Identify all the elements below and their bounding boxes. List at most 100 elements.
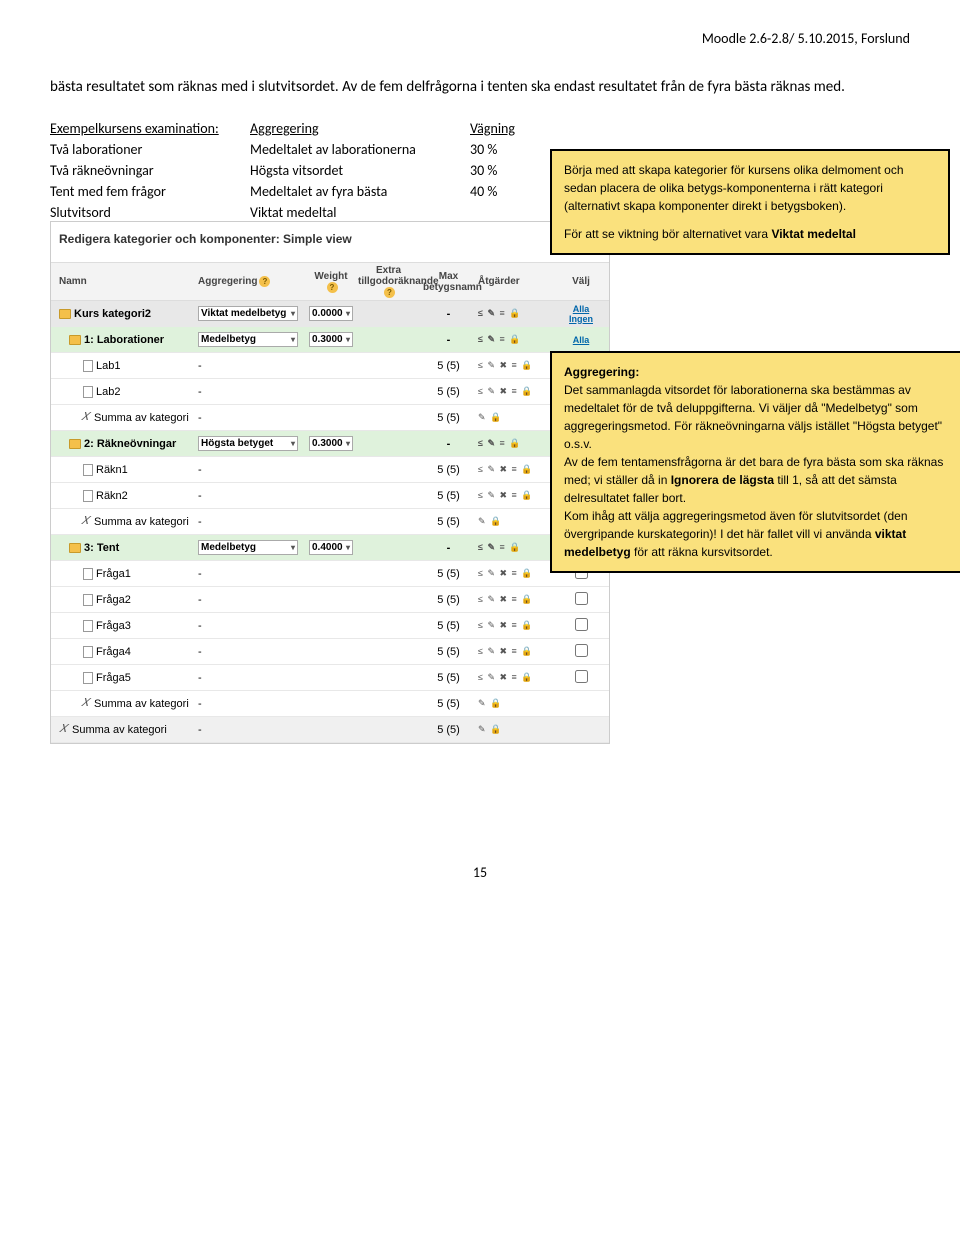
row-max-cell: -: [421, 332, 476, 348]
row-name-text: Fråga4: [96, 646, 131, 658]
row-actions-cell[interactable]: ≤ ✎ ✖ ≡ 🔒: [476, 462, 561, 477]
item-icon: [83, 568, 93, 580]
col-actions-header: Åtgärder: [476, 270, 561, 293]
row-max-cell: -: [421, 540, 476, 556]
row-actions-cell[interactable]: ≤ ✎ ≡ 🔒: [476, 332, 561, 347]
row-name-text: Lab2: [96, 386, 120, 398]
sigma-icon: 𝛸: [59, 724, 69, 735]
row-select-checkbox[interactable]: [575, 670, 588, 683]
row-agg-cell: -: [196, 670, 306, 686]
row-actions-cell[interactable]: ≤ ✎ ✖ ≡ 🔒: [476, 384, 561, 399]
row-name-text: 3: Tent: [84, 542, 119, 554]
row-select-cell[interactable]: [561, 668, 601, 687]
row-actions-cell[interactable]: ✎ 🔒: [476, 722, 561, 737]
row-actions-cell[interactable]: ≤ ✎ ✖ ≡ 🔒: [476, 618, 561, 633]
row-weight-cell: [306, 494, 356, 498]
row-actions-cell[interactable]: ≤ ✎ ≡ 🔒: [476, 540, 561, 555]
row-actions-cell[interactable]: ≤ ✎ ✖ ≡ 🔒: [476, 592, 561, 607]
row-weight-cell: [306, 520, 356, 524]
row-name-text: Summa av kategori: [94, 698, 189, 710]
row-select-cell[interactable]: [561, 590, 601, 609]
row-name-text: Lab1: [96, 360, 120, 372]
row-weight-cell: [306, 676, 356, 680]
row-actions-cell[interactable]: ≤ ✎ ≡ 🔒: [476, 436, 561, 451]
row-max-cell: 5 (5): [421, 722, 476, 738]
weight-input[interactable]: 0.0000: [309, 306, 353, 321]
note-categories: Börja med att skapa kategorier för kurse…: [550, 149, 950, 255]
row-name-cell: Lab1: [51, 356, 196, 376]
select-all-link[interactable]: Alla: [563, 304, 599, 314]
sigma-icon: 𝛸: [81, 412, 91, 423]
help-icon[interactable]: ?: [327, 282, 338, 293]
item-icon: [83, 386, 93, 398]
row-weight-cell: 0.3000: [306, 330, 356, 349]
row-agg-cell: -: [196, 462, 306, 478]
row-agg-cell: -: [196, 514, 306, 530]
row-agg-cell: -: [196, 618, 306, 634]
row-select-cell[interactable]: [561, 702, 601, 706]
row-name-text: 2: Räkneövningar: [84, 438, 176, 450]
help-icon[interactable]: ?: [259, 276, 270, 287]
row-select-checkbox[interactable]: [575, 618, 588, 631]
row-select-cell[interactable]: Alla: [561, 333, 601, 347]
row-agg-cell: -: [196, 566, 306, 582]
weight-input[interactable]: 0.3000: [309, 332, 353, 347]
row-actions-cell[interactable]: ≤ ✎ ✖ ≡ 🔒: [476, 566, 561, 581]
select-none-link[interactable]: Ingen: [563, 314, 599, 324]
row-name-text: Fråga1: [96, 568, 131, 580]
row-max-cell: 5 (5): [421, 410, 476, 426]
folder-icon: [69, 335, 81, 345]
row-name-text: Summa av kategori: [72, 724, 167, 736]
row-agg-cell: -: [196, 358, 306, 374]
row-select-cell[interactable]: [561, 642, 601, 661]
row-select-cell[interactable]: [561, 728, 601, 732]
row-actions-cell[interactable]: ≤ ✎ ✖ ≡ 🔒: [476, 670, 561, 685]
folder-icon: [69, 543, 81, 553]
row-select-cell[interactable]: [561, 616, 601, 635]
row-select-cell[interactable]: AllaIngen: [561, 302, 601, 326]
row-extra-cell: [356, 598, 421, 602]
row-extra-cell: [356, 546, 421, 550]
help-icon[interactable]: ?: [384, 287, 395, 298]
row-agg-cell: -: [196, 592, 306, 608]
row-max-cell: 5 (5): [421, 696, 476, 712]
row-actions-cell[interactable]: ✎ 🔒: [476, 696, 561, 711]
doc-header: Moodle 2.6-2.8/ 5.10.2015, Forslund: [50, 30, 910, 47]
row-name-text: Fråga3: [96, 620, 131, 632]
row-actions-cell[interactable]: ≤ ✎ ✖ ≡ 🔒: [476, 358, 561, 373]
row-name-text: Summa av kategori: [94, 412, 189, 424]
aggregation-select[interactable]: Medelbetyg: [198, 332, 298, 347]
grade-row: Räkn2-5 (5)≤ ✎ ✖ ≡ 🔒: [51, 483, 609, 509]
grade-row: 𝛸Summa av kategori- 5 (5)✎ 🔒: [51, 405, 609, 431]
aggregation-select[interactable]: Medelbetyg: [198, 540, 298, 555]
row-actions-cell[interactable]: ✎ 🔒: [476, 410, 561, 425]
note2-p1: Det sammanlagda vitsordet för laboration…: [564, 381, 956, 453]
row-actions-cell[interactable]: ≤ ✎ ✖ ≡ 🔒: [476, 488, 561, 503]
weight-input[interactable]: 0.4000: [309, 540, 353, 555]
row-extra-cell: [356, 702, 421, 706]
row-extra-cell: [356, 338, 421, 342]
row-name-cell: 𝛸Summa av kategori: [51, 512, 196, 532]
row-actions-cell[interactable]: ✎ 🔒: [476, 514, 561, 529]
aggregation-select[interactable]: Viktat medelbetyg: [198, 306, 298, 321]
weight-input[interactable]: 0.3000: [309, 436, 353, 451]
row-name-cell: 1: Laborationer: [51, 330, 196, 350]
grade-row: 2: RäkneövningarHögsta betyget0.3000-≤ ✎…: [51, 431, 609, 457]
row-actions-cell[interactable]: ≤ ✎ ✖ ≡ 🔒: [476, 644, 561, 659]
row-agg-cell: -: [196, 410, 306, 426]
row-extra-cell: [356, 468, 421, 472]
row-select-checkbox[interactable]: [575, 592, 588, 605]
example-title: Exempelkursens examination:: [50, 118, 250, 139]
grade-row: 1: LaborationerMedelbetyg 0.3000 -≤ ✎ ≡ 🔒 A…: [51, 327, 609, 353]
aggregation-select[interactable]: Högsta betyget: [198, 436, 298, 451]
row-agg-cell: Viktat medelbetyg: [196, 304, 306, 323]
sigma-icon: 𝛸: [81, 698, 91, 709]
row-actions-cell[interactable]: ≤ ✎ ≡ 🔒: [476, 306, 561, 321]
row-agg-cell: -: [196, 722, 306, 738]
item-icon: [83, 490, 93, 502]
grade-row: Lab1-5 (5)≤ ✎ ✖ ≡ 🔒: [51, 353, 609, 379]
row-select-checkbox[interactable]: [575, 644, 588, 657]
select-all-link[interactable]: Alla: [573, 335, 590, 345]
row-agg-cell: Medelbetyg: [196, 330, 306, 349]
row-extra-cell: [356, 572, 421, 576]
